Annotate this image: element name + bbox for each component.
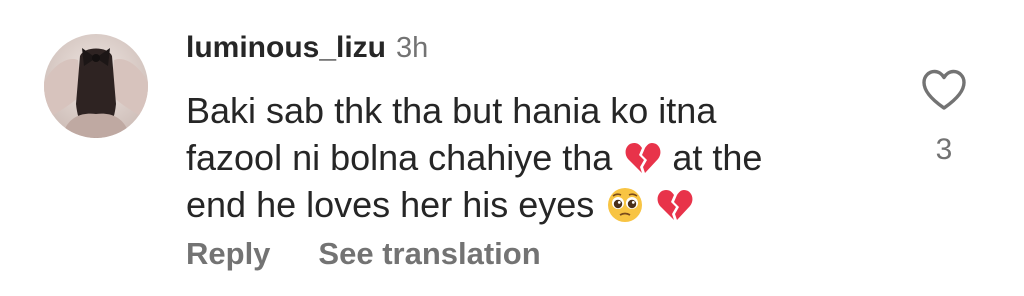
broken-heart-icon [656,186,694,224]
heart-outline-icon[interactable] [920,68,968,112]
timestamp: 3h [396,32,429,64]
reply-button[interactable]: Reply [186,236,270,271]
broken-heart-icon [624,139,662,177]
comment-line: Baki sab thk tha but hania ko itna [186,90,717,131]
comment-header: luminous_lizu 3h [186,28,428,73]
comment-line: fazool ni bolna chahiye tha at the [186,134,886,181]
comment-line: end he loves her his eyes [186,181,886,228]
comment-item: luminous_lizu 3h Baki sab thk tha but han… [0,0,1024,296]
like-count: 3 [935,133,953,166]
comment-text: Baki sab thk tha but hania ko itna fazoo… [186,87,886,228]
comment-line-text: end he loves her his eyes [186,184,595,225]
username[interactable]: luminous_lizu [186,31,386,64]
avatar[interactable] [44,34,148,138]
pleading-face-icon [606,186,644,224]
comment-line-text: fazool ni bolna chahiye tha [186,137,613,178]
like-section: 3 [918,68,970,168]
comment-line-tail: at the [672,137,763,178]
comment-actions: Reply See translation [186,234,541,274]
see-translation-button[interactable]: See translation [318,236,540,271]
